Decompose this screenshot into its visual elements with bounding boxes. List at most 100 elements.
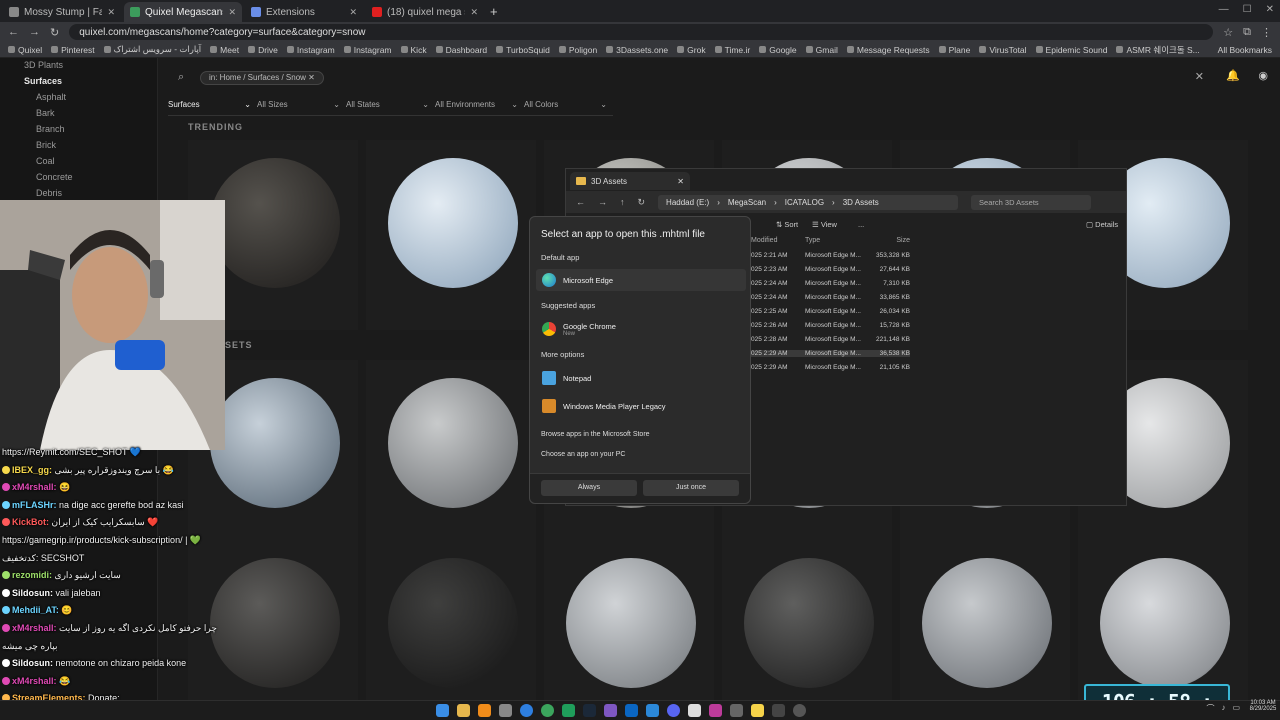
sidebar-item-bark[interactable]: Bark xyxy=(36,108,55,118)
sidebar-item-brick[interactable]: Brick xyxy=(36,140,56,150)
column-type[interactable]: Type xyxy=(805,237,870,244)
refresh-icon[interactable]: ↻ xyxy=(638,197,646,208)
chat-username[interactable]: KickBot: xyxy=(12,517,49,527)
file-row[interactable]: 025 2:23 AM Microsoft Edge M... 27,644 KB xyxy=(751,266,910,273)
filter-states[interactable]: All States ⌄ xyxy=(346,100,435,116)
explorer-tab[interactable]: 3D Assets ✕ xyxy=(570,172,690,190)
chat-username[interactable]: xM4rshall: xyxy=(12,676,57,686)
view-button[interactable]: ☰ View xyxy=(812,220,837,229)
file-row[interactable]: 025 2:28 AM Microsoft Edge M... 221,148 KB xyxy=(751,336,910,343)
discord-icon[interactable] xyxy=(667,704,680,717)
xbox-icon[interactable] xyxy=(562,704,575,717)
column-size[interactable]: Size xyxy=(870,237,910,244)
asset-tile[interactable] xyxy=(722,540,892,720)
close-tab-icon[interactable]: ✕ xyxy=(349,7,357,18)
chat-username[interactable]: xM4rshall: xyxy=(12,623,57,633)
bookmark-item[interactable]: Epidemic Sound xyxy=(1035,45,1107,55)
tab-fab[interactable]: Mossy Stump | Fab ✕ xyxy=(3,2,121,22)
calendar-icon[interactable] xyxy=(625,704,638,717)
file-row[interactable]: 025 2:29 AM Microsoft Edge M... 21,105 KB xyxy=(751,364,910,371)
bookmark-item[interactable]: Poligon xyxy=(558,45,597,55)
chat-username[interactable]: rezomidi: xyxy=(12,570,52,580)
new-tab-button[interactable]: + xyxy=(490,4,498,22)
close-window-icon[interactable]: ✕ xyxy=(1266,4,1274,15)
reload-icon[interactable]: ↻ xyxy=(50,26,59,39)
file-row[interactable]: 025 2:26 AM Microsoft Edge M... 15,728 KB xyxy=(751,322,910,329)
chat-username[interactable]: xM4rshall: xyxy=(12,482,57,492)
asset-tile[interactable] xyxy=(900,540,1070,720)
asset-tile[interactable] xyxy=(366,140,536,330)
paint-icon[interactable] xyxy=(646,704,659,717)
chat-username[interactable]: IBEX_gg: xyxy=(12,465,52,475)
asset-tile[interactable] xyxy=(366,360,536,550)
sidebar-item-branch[interactable]: Branch xyxy=(36,124,65,134)
filter-environments[interactable]: All Environments ⌄ xyxy=(435,100,524,116)
bookmark-item[interactable]: Instagram xyxy=(343,45,392,55)
breadcrumb[interactable]: Haddad (E:) › MegaScan › ICATALOG › 3D Asse… xyxy=(658,194,959,210)
search-filter-chip[interactable]: in: Home / Surfaces / Snow ✕ xyxy=(200,71,324,85)
bookmark-item[interactable]: Grok xyxy=(677,45,706,55)
menu-icon[interactable]: ⋮ xyxy=(1261,26,1272,39)
browse-store-link[interactable]: Browse apps in the Microsoft Store xyxy=(541,431,650,438)
search-app-icon[interactable] xyxy=(478,704,491,717)
bookmark-item[interactable]: Dashboard xyxy=(435,45,487,55)
app-option-edge[interactable]: Microsoft Edge xyxy=(536,269,746,291)
rider-icon[interactable] xyxy=(709,704,722,717)
app-option-media-player[interactable]: Windows Media Player Legacy xyxy=(536,395,746,417)
close-tab-icon[interactable]: ✕ xyxy=(107,7,115,18)
chrome-taskbar-icon[interactable] xyxy=(541,704,554,717)
close-tab-icon[interactable]: ✕ xyxy=(677,177,684,186)
bookmark-item[interactable]: 3Dassets.one xyxy=(606,45,668,55)
app-option-notepad[interactable]: Notepad xyxy=(536,367,746,389)
sidebar-item-surfaces[interactable]: Surfaces xyxy=(24,76,62,86)
volume-icon[interactable]: ♪ xyxy=(1221,703,1225,714)
unreal-icon[interactable] xyxy=(772,704,785,717)
battery-icon[interactable]: ▭ xyxy=(1232,703,1240,714)
filter-category[interactable]: Surfaces ⌄ xyxy=(168,100,257,116)
bookmark-item[interactable]: TurboSquid xyxy=(496,45,550,55)
forward-icon[interactable]: → xyxy=(29,26,40,38)
bookmark-item[interactable]: Kick xyxy=(400,45,427,55)
close-tab-icon[interactable]: ✕ xyxy=(228,7,236,18)
file-explorer-icon[interactable] xyxy=(457,704,470,717)
file-row[interactable]: 025 2:24 AM Microsoft Edge M... 33,865 KB xyxy=(751,294,910,301)
minimize-icon[interactable]: — xyxy=(1219,4,1229,15)
just-once-button[interactable]: Just once xyxy=(643,480,739,496)
maximize-icon[interactable]: ☐ xyxy=(1243,4,1252,15)
bookmark-item[interactable]: Google xyxy=(759,45,797,55)
user-account-icon[interactable]: ◉ xyxy=(1258,69,1268,82)
app-option-chrome[interactable]: Google Chrome New xyxy=(536,318,746,340)
bookmark-item[interactable]: ASMR 쉐이크돌 S... xyxy=(1116,44,1200,56)
notes-icon[interactable] xyxy=(751,704,764,717)
sidebar-item-asphalt[interactable]: Asphalt xyxy=(36,92,66,102)
explorer-search-input[interactable]: Search 3D Assets xyxy=(971,194,1092,210)
notification-bell-icon[interactable]: 🔔 xyxy=(1226,69,1240,82)
bookmark-star-icon[interactable]: ☆ xyxy=(1223,26,1233,39)
file-row[interactable]: 025 2:25 AM Microsoft Edge M... 26,034 KB xyxy=(751,308,910,315)
bookmark-item[interactable]: Instagram xyxy=(286,45,335,55)
file-row[interactable]: 025 2:24 AM Microsoft Edge M... 7,310 KB xyxy=(751,280,910,287)
media-icon[interactable] xyxy=(793,704,806,717)
chat-username[interactable]: mFLASHr: xyxy=(12,500,57,510)
bookmark-item[interactable]: آپارات - سرویس اشتراک xyxy=(103,44,201,55)
edge-taskbar-icon[interactable] xyxy=(520,704,533,717)
clear-search-icon[interactable]: ✕ xyxy=(1195,70,1204,83)
visual-studio-icon[interactable] xyxy=(604,704,617,717)
details-button[interactable]: ▢ Details xyxy=(1086,220,1118,229)
always-button[interactable]: Always xyxy=(541,480,637,496)
extensions-icon[interactable]: ⧉ xyxy=(1243,26,1251,39)
more-button[interactable]: ... xyxy=(858,220,864,229)
asset-tile[interactable] xyxy=(544,540,714,720)
start-icon[interactable] xyxy=(436,704,449,717)
bookmark-item[interactable]: Time.ir xyxy=(714,45,750,55)
tab-extensions[interactable]: Extensions ✕ xyxy=(245,2,363,22)
sort-button[interactable]: ⇅ Sort xyxy=(776,220,798,229)
settings-icon[interactable] xyxy=(730,704,743,717)
choose-app-on-pc-link[interactable]: Choose an app on your PC xyxy=(541,451,625,458)
bookmark-item[interactable]: Drive xyxy=(248,45,278,55)
wifi-icon[interactable]: ⌒ xyxy=(1206,703,1214,714)
file-row[interactable]: 025 2:21 AM Microsoft Edge M... 353,328 KB xyxy=(751,252,910,259)
bookmark-item[interactable]: Meet xyxy=(210,45,239,55)
chat-username[interactable]: Mehdii_AT: xyxy=(12,605,59,615)
filter-colors[interactable]: All Colors ⌄ xyxy=(524,100,613,116)
